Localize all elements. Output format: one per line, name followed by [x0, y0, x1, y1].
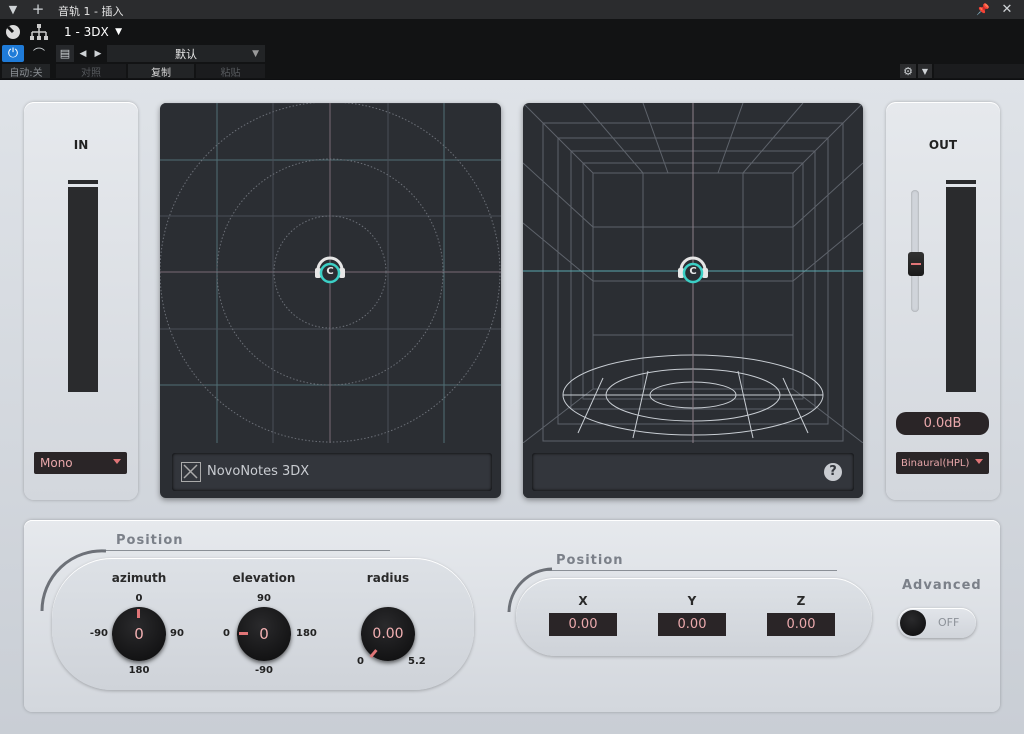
z-value-field[interactable]: 0.00 [767, 613, 835, 636]
position-control-panel: Position azimuth 0 0 -90 90 180 elevatio… [24, 520, 1000, 712]
z-label: Z [796, 594, 806, 608]
window-titlebar: ▼ + 音轨 1 - 插入 📌 ✕ [0, 0, 1024, 19]
top-view-grid [160, 103, 501, 443]
perspective-view-panel[interactable]: C ? [523, 103, 863, 498]
add-icon[interactable]: + [30, 0, 46, 18]
chevron-down-icon: ▼ [252, 48, 259, 59]
listener-label: C [326, 266, 334, 277]
output-gain-slider[interactable] [908, 252, 924, 276]
chevron-down-icon [975, 459, 983, 464]
power-button[interactable]: ⏻ [2, 45, 24, 62]
input-label: IN [73, 138, 89, 152]
elevation-scale-bottom: -90 [254, 665, 274, 676]
pin-icon[interactable]: 📌 [976, 2, 990, 16]
preset-prev-button[interactable]: ◀ [76, 45, 90, 62]
azimuth-knob[interactable]: 0 [112, 607, 166, 661]
input-panel: IN Mono [24, 102, 138, 500]
input-meter [68, 187, 98, 392]
advanced-label: Advanced [902, 578, 982, 593]
elevation-scale-left: 0 [223, 628, 230, 639]
radius-scale-max: 5.2 [408, 656, 426, 667]
advanced-state: OFF [938, 616, 960, 629]
cartesian-title-line [542, 570, 837, 571]
azimuth-scale-left: -90 [89, 628, 108, 639]
input-mode-dropdown[interactable]: Mono [34, 452, 127, 474]
monitor-icon[interactable]: ⌒ [28, 45, 50, 62]
preset-file-icon[interactable]: ▤ [56, 45, 74, 62]
y-label: Y [687, 594, 697, 608]
host-spacer [934, 64, 1024, 78]
paste-button[interactable]: 粘贴 [196, 64, 265, 79]
polar-title-line [102, 550, 390, 551]
cartesian-position-title: Position [556, 553, 624, 568]
radius-scale-min: 0 [357, 656, 364, 667]
listener-headphone-icon[interactable]: C [673, 246, 713, 286]
auto-button[interactable]: 自动:关 [2, 64, 50, 79]
window-title: 音轨 1 - 插入 [58, 5, 124, 18]
output-mode-dropdown[interactable]: Binaural(HPL) [896, 452, 989, 474]
output-mode-label: Binaural(HPL) [901, 457, 970, 469]
menu-arrow-icon[interactable]: ▼ [6, 2, 20, 16]
preset-name-dropdown[interactable]: 默认 ▼ [107, 45, 265, 62]
input-mode-label: Mono [40, 456, 73, 470]
routing-knob-icon[interactable] [3, 22, 23, 42]
radius-value: 0.00 [372, 626, 404, 642]
advanced-toggle-knob [900, 610, 926, 636]
azimuth-scale-top: 0 [135, 593, 143, 604]
chevron-down-icon: ▼ [115, 27, 122, 37]
output-gain-track [911, 190, 919, 312]
chevron-down-icon[interactable]: ▼ [918, 64, 932, 78]
elevation-scale-right: 180 [296, 628, 317, 639]
perspective-footer: ? [532, 453, 854, 491]
input-meter-peak [68, 180, 98, 184]
preset-slot-label: 1 - 3DX [64, 25, 109, 39]
routing-icon[interactable] [28, 22, 50, 42]
output-gain-display[interactable]: 0.0dB [896, 412, 989, 435]
brand-bar: NovoNotes 3DX [172, 453, 492, 491]
host-toolbar: 1 - 3DX ▼ ⏻ ⌒ ▤ ◀ ▶ 默认 ▼ 自动:关 对照 复制 粘贴 ⚙… [0, 19, 1024, 79]
close-icon[interactable]: ✕ [1000, 2, 1014, 17]
chevron-down-icon [113, 459, 121, 464]
output-label: OUT [928, 138, 958, 152]
azimuth-scale-bottom: 180 [128, 665, 150, 676]
advanced-toggle[interactable]: OFF [898, 608, 976, 638]
perspective-view-grid [523, 103, 863, 498]
radius-knob[interactable]: 0.00 [361, 607, 415, 661]
azimuth-label: azimuth [111, 571, 167, 585]
output-panel: OUT 0.0dB Binaural(HPL) [886, 102, 1000, 500]
help-button[interactable]: ? [824, 463, 842, 481]
x-label: X [578, 594, 588, 608]
polar-position-title: Position [116, 533, 184, 548]
listener-label: C [689, 266, 697, 277]
novonotes-logo-icon [181, 462, 201, 482]
compare-button[interactable]: 对照 [56, 64, 126, 79]
radius-label: radius [366, 571, 410, 585]
elevation-value: 0 [259, 625, 269, 643]
x-value-field[interactable]: 0.00 [549, 613, 617, 636]
gear-icon[interactable]: ⚙ [900, 64, 916, 78]
azimuth-scale-right: 90 [170, 628, 184, 639]
top-view-panel[interactable]: C NovoNotes 3DX [160, 103, 501, 498]
azimuth-value: 0 [134, 625, 144, 643]
preset-name-label: 默认 [175, 47, 197, 61]
output-meter-peak [946, 180, 976, 184]
elevation-knob[interactable]: 0 [237, 607, 291, 661]
copy-button[interactable]: 复制 [128, 64, 194, 79]
preset-next-button[interactable]: ▶ [91, 45, 105, 62]
brand-name: NovoNotes 3DX [207, 464, 310, 479]
y-value-field[interactable]: 0.00 [658, 613, 726, 636]
output-meter [946, 187, 976, 392]
elevation-scale-top: 90 [257, 593, 271, 604]
listener-headphone-icon[interactable]: C [310, 246, 350, 286]
preset-slot-dropdown[interactable]: 1 - 3DX ▼ [56, 22, 126, 42]
elevation-label: elevation [232, 571, 296, 585]
plugin-body: IN Mono C NovoNotes 3DX C ? OUT 0.0dB Bi… [0, 80, 1024, 734]
